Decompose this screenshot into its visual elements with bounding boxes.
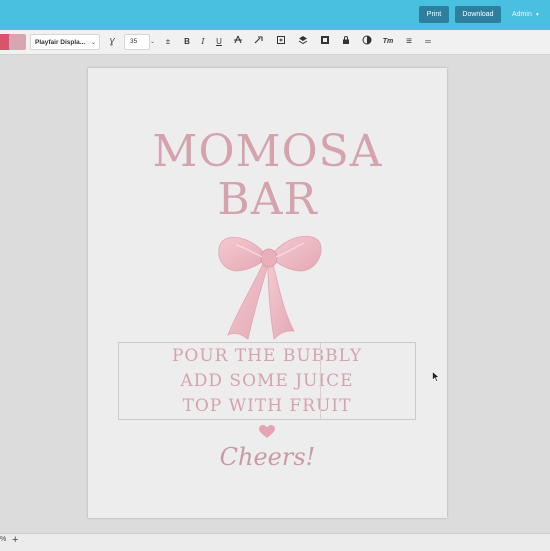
- font-size-input[interactable]: 35: [124, 34, 150, 50]
- mouse-cursor-icon: [432, 371, 440, 382]
- text-cursor-guide: [320, 343, 321, 419]
- lock-icon[interactable]: [340, 35, 352, 49]
- link-icon[interactable]: [253, 35, 265, 49]
- line-spacing-icon[interactable]: ≡: [403, 35, 415, 49]
- underline-icon[interactable]: U: [213, 35, 225, 49]
- bottom-bar: % +: [0, 533, 550, 551]
- font-family-value: Playfair Displa...: [35, 39, 86, 46]
- cheers-text[interactable]: Cheers!: [88, 442, 447, 472]
- add-page-button[interactable]: +: [12, 534, 18, 546]
- font-family-select[interactable]: Playfair Displa... ⌄: [30, 34, 100, 50]
- pink-bow-image[interactable]: [216, 231, 324, 343]
- align-icon[interactable]: ±: [162, 35, 174, 49]
- bold-icon[interactable]: B: [181, 35, 193, 49]
- design-canvas: MOMOSA BAR POUR THE BUBBLY ADD SOME JUIC…: [0, 55, 550, 533]
- title-momosa[interactable]: MOMOSA: [88, 128, 447, 176]
- download-button[interactable]: Download: [455, 6, 501, 23]
- opacity-icon[interactable]: [361, 35, 373, 49]
- document-page[interactable]: MOMOSA BAR POUR THE BUBBLY ADD SOME JUIC…: [88, 68, 447, 518]
- admin-menu[interactable]: Admin ▼: [512, 6, 540, 23]
- italic-icon[interactable]: I: [197, 35, 209, 49]
- admin-label: Admin: [512, 11, 532, 18]
- instruction-line: ADD SOME JUICE: [180, 371, 354, 391]
- format-toolbar: Playfair Displa... ⌄ Ɣ 35 ⌄ ± B I U Tт ≡…: [0, 30, 550, 55]
- chevron-down-icon: ⌄: [90, 40, 96, 46]
- chevron-down-icon: ▼: [534, 12, 540, 18]
- duplicate-icon[interactable]: [275, 35, 287, 49]
- title-bar[interactable]: BAR: [88, 176, 447, 224]
- frame-icon[interactable]: [319, 35, 331, 49]
- chevron-down-icon[interactable]: ⌄: [150, 34, 157, 50]
- top-bar: Print Download Admin ▼: [0, 0, 550, 30]
- zoom-level[interactable]: %: [0, 536, 6, 543]
- text-style-icon[interactable]: Ɣ: [106, 35, 118, 49]
- strikethrough-icon[interactable]: [232, 35, 244, 49]
- instruction-line: POUR THE BUBBLY: [171, 346, 363, 366]
- distribute-icon[interactable]: ═: [422, 35, 434, 49]
- color-swatch-secondary[interactable]: [9, 34, 26, 50]
- layers-icon[interactable]: [297, 35, 309, 49]
- instructions-textbox[interactable]: POUR THE BUBBLY ADD SOME JUICE TOP WITH …: [118, 342, 416, 420]
- print-button[interactable]: Print: [419, 6, 449, 23]
- text-case-icon[interactable]: Tт: [382, 35, 394, 49]
- heart-icon: [259, 425, 275, 438]
- instruction-line: TOP WITH FRUIT: [182, 396, 352, 416]
